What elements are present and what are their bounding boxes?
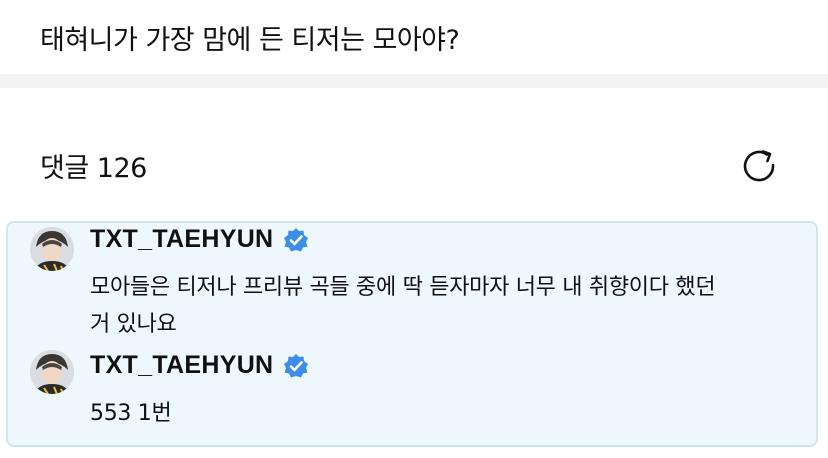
- section-divider: [0, 74, 828, 88]
- post-question: 태혀니가 가장 맘에 든 티저는 모아야?: [40, 25, 460, 56]
- comment-text-line: 모아들은 티저나 프리뷰 곡들 중에 딱 듣자마자 너무 내 취향이다 했던: [90, 275, 716, 300]
- avatar[interactable]: [30, 227, 74, 271]
- reply-text: 553 1번: [90, 401, 172, 426]
- author-name: TXT_TAEHYUN: [90, 225, 274, 253]
- verified-badge-icon: [284, 353, 309, 377]
- comment-author[interactable]: TXT_TAEHYUN: [90, 225, 309, 254]
- reply-author[interactable]: TXT_TAEHYUN: [90, 351, 309, 380]
- author-name: TXT_TAEHYUN: [90, 351, 274, 379]
- comment-text: 모아들은 티저나 프리뷰 곡들 중에 딱 듣자마자 너무 내 취향이다 했던 거…: [90, 269, 716, 343]
- verified-badge-icon: [284, 227, 309, 251]
- comment-text-line: 거 있나요: [90, 312, 177, 337]
- pinned-comment-thread: TXT_TAEHYUN 모아들은 티저나 프리뷰 곡들 중에 딱 듣자마자 너무…: [6, 221, 818, 447]
- comments-count-header: 댓글 126: [40, 153, 147, 184]
- refresh-button[interactable]: [740, 146, 780, 186]
- refresh-icon: [743, 150, 775, 182]
- avatar[interactable]: [30, 350, 74, 394]
